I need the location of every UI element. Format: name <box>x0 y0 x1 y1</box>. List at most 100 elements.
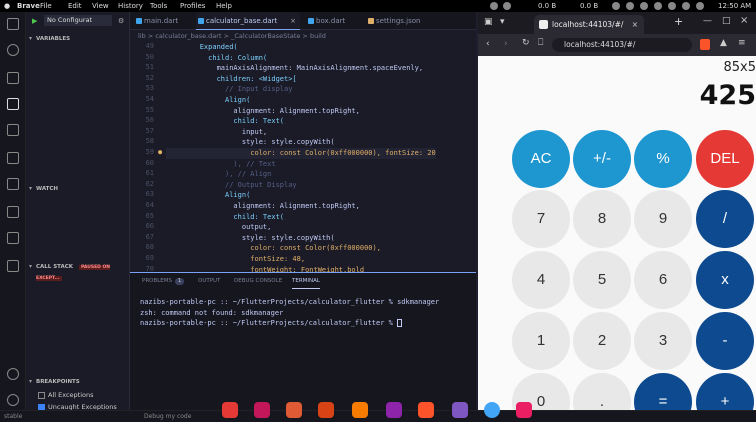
calc-key[interactable]: x <box>696 251 754 309</box>
debug-mode[interactable]: Debug my code <box>144 411 191 422</box>
code-line: color: const Color(0xff000000), <box>166 244 381 253</box>
menu-profiles[interactable]: Profiles <box>180 0 205 12</box>
folder-app-icon[interactable] <box>286 402 302 418</box>
extensions-icon[interactable] <box>7 124 19 136</box>
settings-app-icon[interactable] <box>352 402 368 418</box>
notification-icon[interactable] <box>682 2 690 10</box>
status-icon[interactable] <box>626 2 634 10</box>
bluetooth-icon[interactable] <box>668 2 676 10</box>
menu-history[interactable]: History <box>118 0 143 12</box>
menu-view[interactable]: View <box>92 0 109 12</box>
app-icon[interactable] <box>386 402 402 418</box>
menu-file[interactable]: File <box>40 0 52 12</box>
debug-config-select[interactable]: No Configurat <box>44 15 112 26</box>
menu-icon[interactable]: ≡ <box>738 38 746 48</box>
tab-settings-json[interactable]: settings.json <box>366 12 438 30</box>
close-window-icon[interactable]: × <box>740 15 748 26</box>
checkbox[interactable] <box>38 391 45 399</box>
terminal-output[interactable]: nazibs-portable-pc :: ~/FlutterProjects/… <box>140 297 470 329</box>
breakpoint-all-exceptions[interactable]: All Exceptions <box>38 390 94 400</box>
tab-box-dart[interactable]: box.dart <box>306 12 364 30</box>
apple-icon[interactable]: ● <box>4 0 10 12</box>
tab-output[interactable]: OUTPUT <box>198 273 220 289</box>
calc-key[interactable]: 4 <box>512 251 570 309</box>
tab-main-dart[interactable]: main.dart <box>134 12 192 30</box>
tab-debug-console[interactable]: DEBUG CONSOLE <box>234 273 282 289</box>
lightbulb-icon[interactable]: ● <box>158 148 162 156</box>
new-tab-icon[interactable]: + <box>674 15 683 28</box>
testing-icon[interactable] <box>7 152 19 164</box>
dock-app-icon[interactable] <box>222 402 238 418</box>
wifi-icon[interactable] <box>654 2 662 10</box>
menu-help[interactable]: Help <box>216 0 232 12</box>
terminal-cursor <box>397 319 403 327</box>
calc-key[interactable]: 9 <box>634 190 692 248</box>
brave-shield-icon[interactable] <box>700 39 710 50</box>
explorer-icon[interactable] <box>7 18 19 30</box>
tab-label: calculator_base.dart <box>206 17 278 25</box>
net-up: 0.0 B <box>580 2 599 10</box>
calc-key[interactable]: 6 <box>634 251 692 309</box>
call-stack-header[interactable]: CALL STACK PAUSED ON EXCEPT... <box>26 262 130 281</box>
extensions-icon[interactable]: ▲ <box>720 38 727 48</box>
menu-edit[interactable]: Edit <box>68 0 82 12</box>
source-control-icon[interactable] <box>7 72 19 84</box>
variables-header[interactable]: VARIABLES <box>26 34 130 44</box>
power-icon[interactable] <box>696 2 704 10</box>
crop-app-icon[interactable] <box>516 402 532 418</box>
reload-icon[interactable]: ↻ <box>522 38 530 48</box>
calc-key[interactable]: 8 <box>573 190 631 248</box>
tab-terminal[interactable]: TERMINAL <box>292 273 320 289</box>
flutter-icon[interactable] <box>7 206 19 218</box>
back-icon[interactable]: ‹ <box>486 39 490 49</box>
browser-app-icon[interactable] <box>484 402 500 418</box>
search-icon[interactable] <box>7 44 19 56</box>
terminal-app-icon[interactable] <box>254 402 270 418</box>
android-studio-icon[interactable] <box>318 402 334 418</box>
forward-icon[interactable]: › <box>504 39 508 49</box>
watch-header[interactable]: WATCH <box>26 184 130 194</box>
calc-key[interactable]: 7 <box>512 190 570 248</box>
code-area[interactable]: Expanded( child: Column( mainAxisAlignme… <box>158 42 476 272</box>
tab-search-icon[interactable]: ▾ <box>500 17 505 27</box>
close-icon[interactable]: × <box>290 12 296 30</box>
close-tab-icon[interactable]: × <box>632 15 638 34</box>
calc-key[interactable]: 5 <box>573 251 631 309</box>
calc-key[interactable]: +/- <box>573 130 631 188</box>
calc-key[interactable]: AC <box>512 130 570 188</box>
address-bar[interactable]: localhost:44103/#/ <box>552 38 692 52</box>
calc-key[interactable]: % <box>634 130 692 188</box>
tab-calculator-base-dart[interactable]: calculator_base.dart × <box>196 12 300 30</box>
calc-key[interactable]: 1 <box>512 312 570 370</box>
remote-icon[interactable] <box>7 232 19 244</box>
status-icon[interactable] <box>503 2 511 10</box>
account-icon[interactable] <box>7 368 19 380</box>
menu-tools[interactable]: Tools <box>150 0 167 12</box>
app-name[interactable]: Brave <box>17 0 40 12</box>
bookmark-icon[interactable]: ⎕ <box>538 38 543 48</box>
maximize-icon[interactable]: □ <box>722 16 731 26</box>
branch-indicator[interactable]: stable <box>4 411 22 422</box>
calc-key[interactable]: 2 <box>573 312 631 370</box>
settings-gear-icon[interactable] <box>7 394 19 406</box>
sidebar-toggle-icon[interactable]: ▣ <box>484 17 493 27</box>
docker-icon[interactable] <box>7 260 19 272</box>
run-debug-icon[interactable] <box>7 98 19 110</box>
calc-key[interactable]: - <box>696 312 754 370</box>
minimize-icon[interactable]: — <box>703 16 712 26</box>
gear-icon[interactable]: ⚙ <box>118 14 124 28</box>
tab-problems[interactable]: PROBLEMS 1 <box>142 273 185 289</box>
status-icon[interactable] <box>490 2 498 10</box>
brave-app-icon[interactable] <box>418 402 434 418</box>
browser-tab[interactable]: localhost:44103/#/ × <box>534 15 644 34</box>
status-icon[interactable] <box>612 2 620 10</box>
battery-icon[interactable] <box>640 2 648 10</box>
discord-app-icon[interactable] <box>452 402 468 418</box>
start-debug-icon[interactable]: ▶ <box>32 14 37 28</box>
calc-key[interactable]: 3 <box>634 312 692 370</box>
calc-key[interactable]: / <box>696 190 754 248</box>
folder-icon[interactable] <box>7 178 19 190</box>
breadcrumb[interactable]: lib > calculator_base.dart > _Calculator… <box>130 30 476 42</box>
breakpoints-header[interactable]: BREAKPOINTS <box>26 377 130 387</box>
calc-key[interactable]: DEL <box>696 130 754 188</box>
